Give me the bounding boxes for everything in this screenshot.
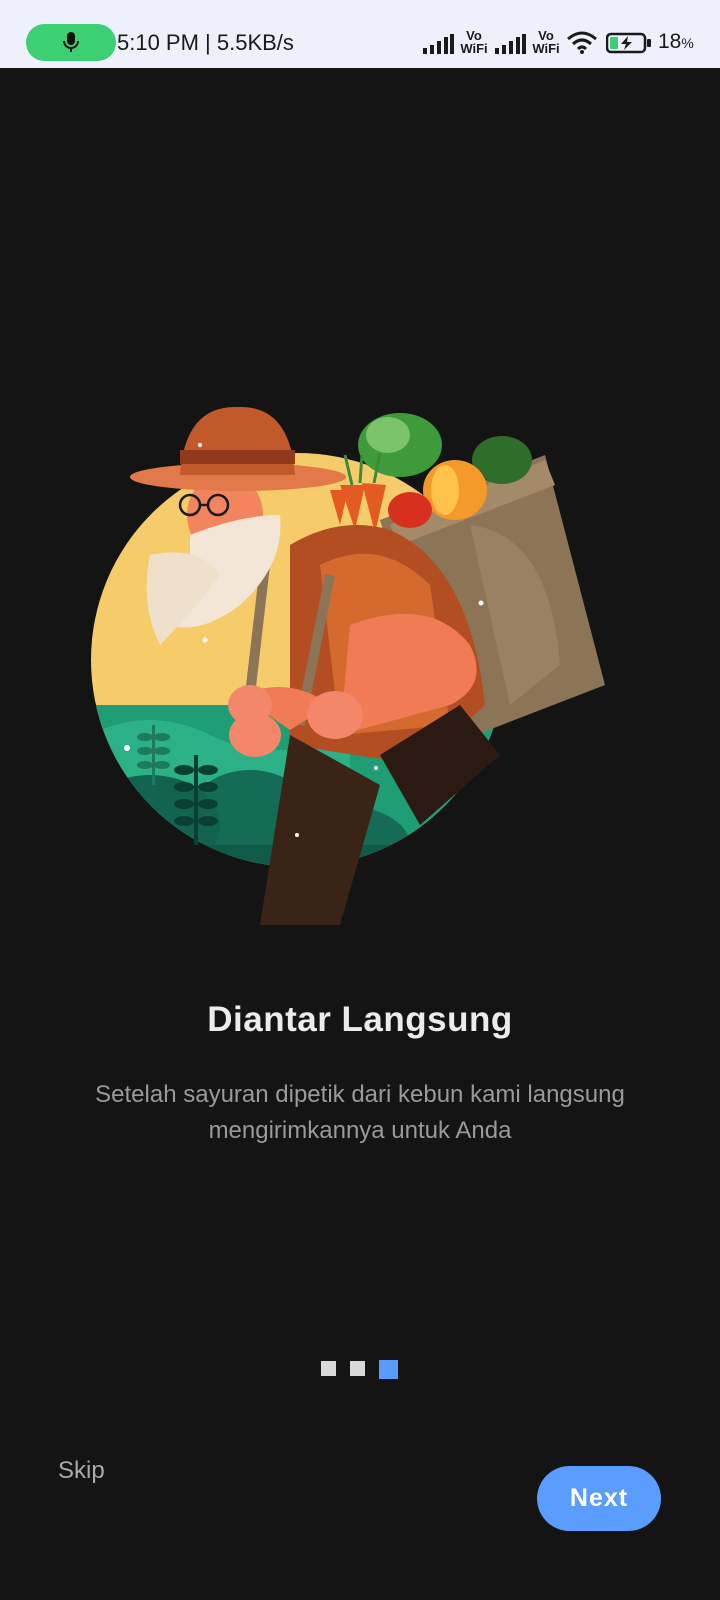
mic-active-indicator[interactable] — [26, 24, 116, 61]
skip-button[interactable]: Skip — [58, 1457, 105, 1485]
onboarding-title: Diantar Langsung — [207, 1000, 513, 1039]
status-bar: 5:10 PM | 5.5KB/s Vo WiFi Vo WiFi 18% — [0, 0, 720, 68]
vowifi-label: Vo WiFi — [532, 28, 560, 56]
signal-icon — [495, 34, 526, 54]
system-icons: Vo WiFi Vo WiFi 18% — [422, 26, 694, 60]
mic-icon — [63, 32, 79, 52]
farmer-illustration — [91, 406, 605, 925]
vowifi-label: Vo WiFi — [460, 28, 488, 56]
wifi-icon — [567, 31, 597, 54]
battery-charging-icon — [606, 32, 651, 54]
status-time-speed: 5:10 PM | 5.5KB/s — [117, 30, 294, 55]
page-dot-3-active[interactable] — [379, 1360, 398, 1379]
page-dot-1[interactable] — [321, 1361, 336, 1376]
onboarding-description: Setelah sayuran dipetik dari kebun kami … — [95, 1081, 625, 1144]
battery-percent: 18% — [658, 30, 694, 53]
next-button[interactable]: Next — [537, 1466, 661, 1531]
signal-icon — [423, 34, 454, 54]
page-dot-2[interactable] — [350, 1361, 365, 1376]
